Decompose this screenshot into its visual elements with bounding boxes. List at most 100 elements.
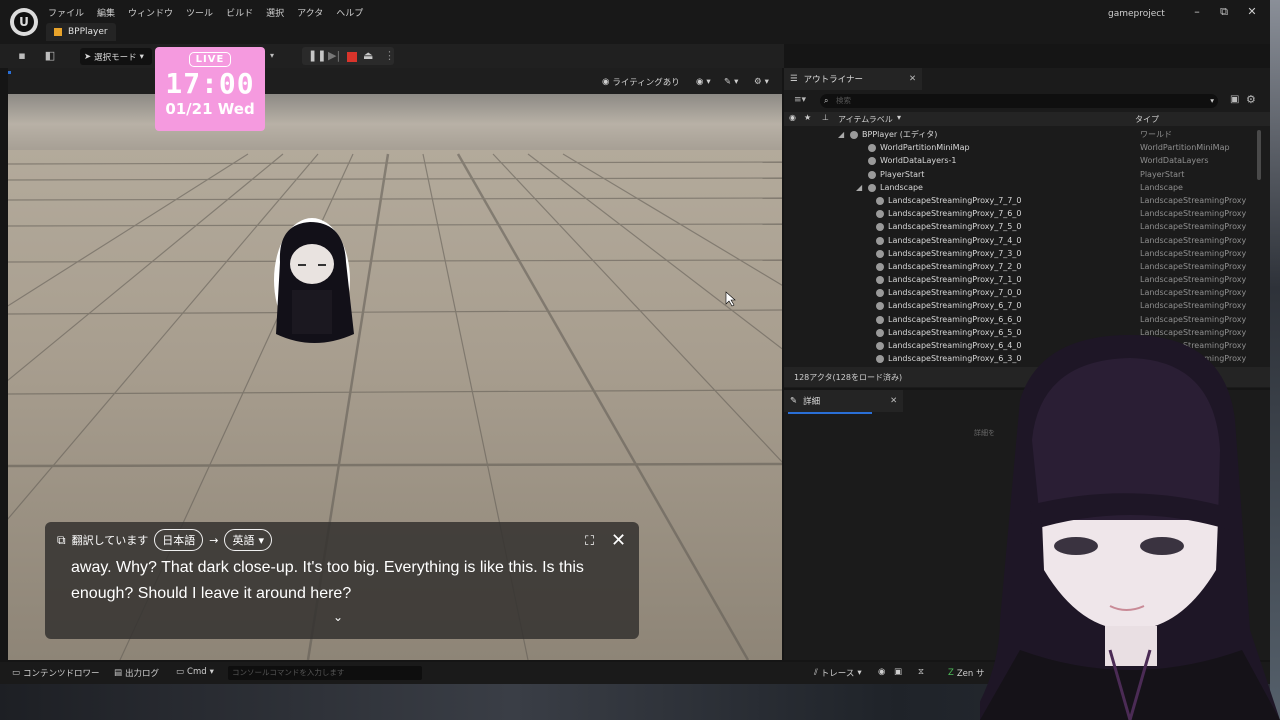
- transform-button[interactable]: ✎ ▾: [724, 74, 738, 89]
- close-window-button[interactable]: ✕: [1244, 5, 1260, 18]
- outliner-row-type: ワールド: [1140, 130, 1172, 139]
- outliner-row[interactable]: LandscapeStreamingProxy_7_6_0 LandscapeSt…: [784, 207, 1260, 220]
- menu-actor[interactable]: アクタ: [297, 6, 332, 19]
- outliner-row[interactable]: WorldDataLayers-1 WorldDataLayers: [784, 154, 1260, 167]
- column-item-label[interactable]: アイテムラベル: [838, 114, 893, 125]
- caption-status: 翻訳しています: [71, 534, 149, 547]
- maximize-button[interactable]: ⧉: [1216, 5, 1232, 19]
- stop-button[interactable]: [347, 52, 357, 62]
- outliner-row[interactable]: LandscapeStreamingProxy_6_6_0 LandscapeSt…: [784, 313, 1260, 326]
- show-button[interactable]: ◉ ▾: [696, 74, 711, 89]
- outliner-row-label: LandscapeStreamingProxy_7_6_0: [888, 209, 1022, 219]
- hourglass-icon[interactable]: ⧖: [918, 667, 924, 677]
- chevron-down-icon[interactable]: ⌄: [333, 610, 343, 624]
- step-icon[interactable]: ▶|: [328, 50, 340, 62]
- cmd-button[interactable]: ▭ Cmd ▾: [176, 667, 214, 677]
- outliner-row[interactable]: LandscapeStreamingProxy_7_1_0 LandscapeSt…: [784, 273, 1260, 286]
- menu-help[interactable]: ヘルプ: [336, 6, 372, 19]
- expand-icon[interactable]: ⛶: [585, 534, 594, 549]
- outliner-row-label: LandscapeStreamingProxy_7_0_0: [888, 288, 1022, 298]
- document-tab[interactable]: BPPlayer: [46, 23, 116, 41]
- eject-icon[interactable]: ⏏: [363, 50, 373, 62]
- content-drawer-button[interactable]: ▭ コンテンツドロワー: [12, 667, 100, 679]
- source-language-chip[interactable]: 日本語: [154, 529, 204, 551]
- unreal-logo-icon[interactable]: U: [10, 8, 38, 36]
- viewport-marker: [8, 71, 11, 74]
- outliner-row-type: WorldPartitionMiniMap: [1140, 143, 1230, 153]
- outliner-row-type: WorldDataLayers: [1140, 156, 1209, 166]
- actor-icon: [868, 170, 876, 179]
- menu-window[interactable]: ウィンドウ: [128, 6, 182, 19]
- lighting-mode-button[interactable]: ◉ ライティングあり: [602, 74, 680, 89]
- details-tab[interactable]: ✎ 詳細 ✕: [784, 390, 904, 412]
- mode-label: 選択モード: [94, 52, 137, 63]
- outliner-row[interactable]: LandscapeStreamingProxy_6_7_0 LandscapeSt…: [784, 299, 1260, 312]
- outliner-row[interactable]: LandscapeStreamingProxy_7_4_0 LandscapeSt…: [784, 234, 1260, 247]
- outliner-row[interactable]: ◢ BPPlayer (エディタ) ワールド: [784, 128, 1260, 141]
- outliner-row[interactable]: WorldPartitionMiniMap WorldPartitionMiniM…: [784, 141, 1260, 154]
- filter-icon[interactable]: ≡▾: [794, 95, 806, 105]
- menu-file[interactable]: ファイル: [48, 6, 93, 19]
- menu-tools[interactable]: ツール: [186, 6, 222, 19]
- project-name: gameproject: [1108, 9, 1165, 19]
- content-browser-icon[interactable]: ◧: [44, 50, 56, 62]
- settings-button[interactable]: ⚙ ▾: [754, 74, 769, 89]
- outliner-row-type: LandscapeStreamingProxy: [1140, 288, 1247, 298]
- column-type[interactable]: タイプ: [1135, 114, 1159, 125]
- output-log-label: 出力ログ: [125, 669, 160, 679]
- pencil-icon: ✎: [790, 396, 798, 406]
- actor-icon: [876, 276, 884, 285]
- play-controls: ❚❚ ▶| ⏏ ⋮: [302, 47, 395, 65]
- target-language-dropdown[interactable]: 英語 ▾: [224, 529, 272, 551]
- chevron-down-icon: ▾: [1210, 96, 1214, 105]
- menu-build[interactable]: ビルド: [226, 6, 262, 19]
- outliner-row[interactable]: LandscapeStreamingProxy_7_0_0 LandscapeSt…: [784, 286, 1260, 299]
- outliner-row-type: LandscapeStreamingProxy: [1140, 195, 1247, 205]
- more-options-icon[interactable]: ⋮: [384, 50, 395, 62]
- trace-button[interactable]: ⫽ トレース ▾: [814, 667, 862, 679]
- menu-select[interactable]: 選択: [266, 6, 293, 19]
- close-tab-icon[interactable]: ✕: [909, 74, 916, 84]
- sphere-icon: ◉: [602, 76, 610, 87]
- outliner-row[interactable]: ◢ Landscape Landscape: [784, 181, 1260, 194]
- outliner-row[interactable]: LandscapeStreamingProxy_7_7_0 LandscapeSt…: [784, 194, 1260, 207]
- outliner-row-type: LandscapeStreamingProxy: [1140, 235, 1247, 245]
- log-icon: ▤: [114, 668, 123, 678]
- zen-button[interactable]: Z Zen サ: [948, 667, 984, 679]
- caption-text: away. Why? That dark close-up. It's too …: [71, 559, 584, 602]
- mode-select-button[interactable]: ➤ 選択モード ▾: [80, 48, 152, 65]
- sky: [8, 94, 782, 154]
- vtuber-avatar: [980, 335, 1280, 720]
- add-folder-icon[interactable]: ▣: [1230, 94, 1239, 105]
- close-tab-icon[interactable]: ✕: [890, 396, 897, 406]
- chevron-down-icon[interactable]: ▾: [266, 50, 278, 62]
- expand-caret-icon[interactable]: ◢: [838, 128, 844, 141]
- outliner-scrollbar[interactable]: [1257, 130, 1261, 180]
- expand-caret-icon[interactable]: ◢: [856, 181, 862, 194]
- save-icon[interactable]: ▪: [16, 50, 28, 62]
- outliner-search-input[interactable]: ⌕ 検索 ▾: [820, 94, 1218, 108]
- eye-icon[interactable]: ◉: [789, 113, 796, 122]
- drawer-icon: ▭: [12, 668, 21, 678]
- star-icon[interactable]: ★: [804, 113, 811, 122]
- camera-icon[interactable]: ▣: [894, 667, 902, 677]
- output-log-button[interactable]: ▤ 出力ログ: [114, 667, 159, 679]
- pause-icon[interactable]: ❚❚: [308, 50, 326, 62]
- console-command-input[interactable]: コンソールコマンドを入力します: [228, 666, 422, 680]
- pin-icon[interactable]: ⊥: [822, 113, 829, 122]
- minimize-button[interactable]: –: [1189, 5, 1205, 18]
- outliner-row[interactable]: LandscapeStreamingProxy_7_3_0 LandscapeSt…: [784, 247, 1260, 260]
- live-badge: LIVE: [188, 52, 232, 67]
- close-icon[interactable]: ✕: [611, 530, 626, 551]
- outliner-tab[interactable]: ☰ アウトライナー ✕: [784, 68, 923, 90]
- gear-icon: ⚙: [754, 76, 762, 87]
- outliner-row-label: Landscape: [880, 182, 923, 192]
- outliner-row[interactable]: LandscapeStreamingProxy_7_2_0 LandscapeSt…: [784, 260, 1260, 273]
- target-language-label: 英語: [232, 534, 255, 547]
- record-icon[interactable]: ◉: [878, 667, 885, 677]
- actor-icon: [868, 183, 876, 192]
- outliner-row[interactable]: PlayerStart PlayerStart: [784, 168, 1260, 181]
- outliner-row[interactable]: LandscapeStreamingProxy_7_5_0 LandscapeSt…: [784, 220, 1260, 233]
- gear-icon[interactable]: ⚙: [1246, 93, 1256, 106]
- menu-edit[interactable]: 編集: [97, 6, 124, 19]
